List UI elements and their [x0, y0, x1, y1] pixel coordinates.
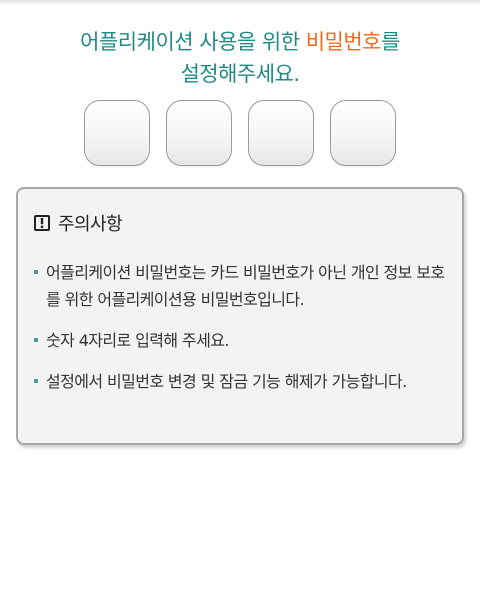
notice-title: 주의사항	[58, 214, 123, 235]
notice-item: 숫자 4자리로 입력해 주세요.	[32, 327, 452, 354]
notice-item: 설정에서 비밀번호 변경 및 잠금 기능 해제가 가능합니다.	[32, 368, 452, 395]
notice-item-text: 어플리케이션 비밀번호는 카드 비밀번호가 아닌 개인 정보 보호를 위한 어플…	[46, 263, 445, 309]
notice-item-text: 숫자 4자리로 입력해 주세요.	[46, 331, 229, 350]
notice-list: 어플리케이션 비밀번호는 카드 비밀번호가 아닌 개인 정보 보호를 위한 어플…	[32, 259, 452, 409]
pin-input-row	[0, 100, 480, 166]
pin-setup-screen: 어플리케이션 사용을 위한 비밀번호를 설정해주세요. 주의사항 어플리케이션 …	[0, 0, 480, 610]
warning-icon	[34, 215, 50, 231]
bullet-icon	[34, 379, 38, 383]
pin-digit-2[interactable]	[166, 100, 232, 166]
heading-line-2: 설정해주세요.	[180, 62, 300, 86]
pin-digit-1[interactable]	[84, 100, 150, 166]
pin-digit-3[interactable]	[248, 100, 314, 166]
notice-panel: 주의사항 어플리케이션 비밀번호는 카드 비밀번호가 아닌 개인 정보 보호를 …	[16, 187, 464, 445]
notice-header: 주의사항	[34, 210, 123, 236]
heading-text-suffix: 를	[381, 30, 400, 54]
bullet-icon	[34, 270, 38, 274]
pin-digit-4[interactable]	[330, 100, 396, 166]
heading-text: 어플리케이션 사용을 위한	[80, 30, 306, 54]
notice-item-text: 설정에서 비밀번호 변경 및 잠금 기능 해제가 가능합니다.	[46, 372, 407, 391]
heading-highlight: 비밀번호	[305, 30, 382, 54]
top-divider	[0, 0, 480, 6]
notice-item: 어플리케이션 비밀번호는 카드 비밀번호가 아닌 개인 정보 보호를 위한 어플…	[32, 259, 452, 313]
page-heading: 어플리케이션 사용을 위한 비밀번호를 설정해주세요.	[0, 26, 480, 90]
bullet-icon	[34, 338, 38, 342]
heading-line-1: 어플리케이션 사용을 위한 비밀번호를	[0, 26, 480, 58]
